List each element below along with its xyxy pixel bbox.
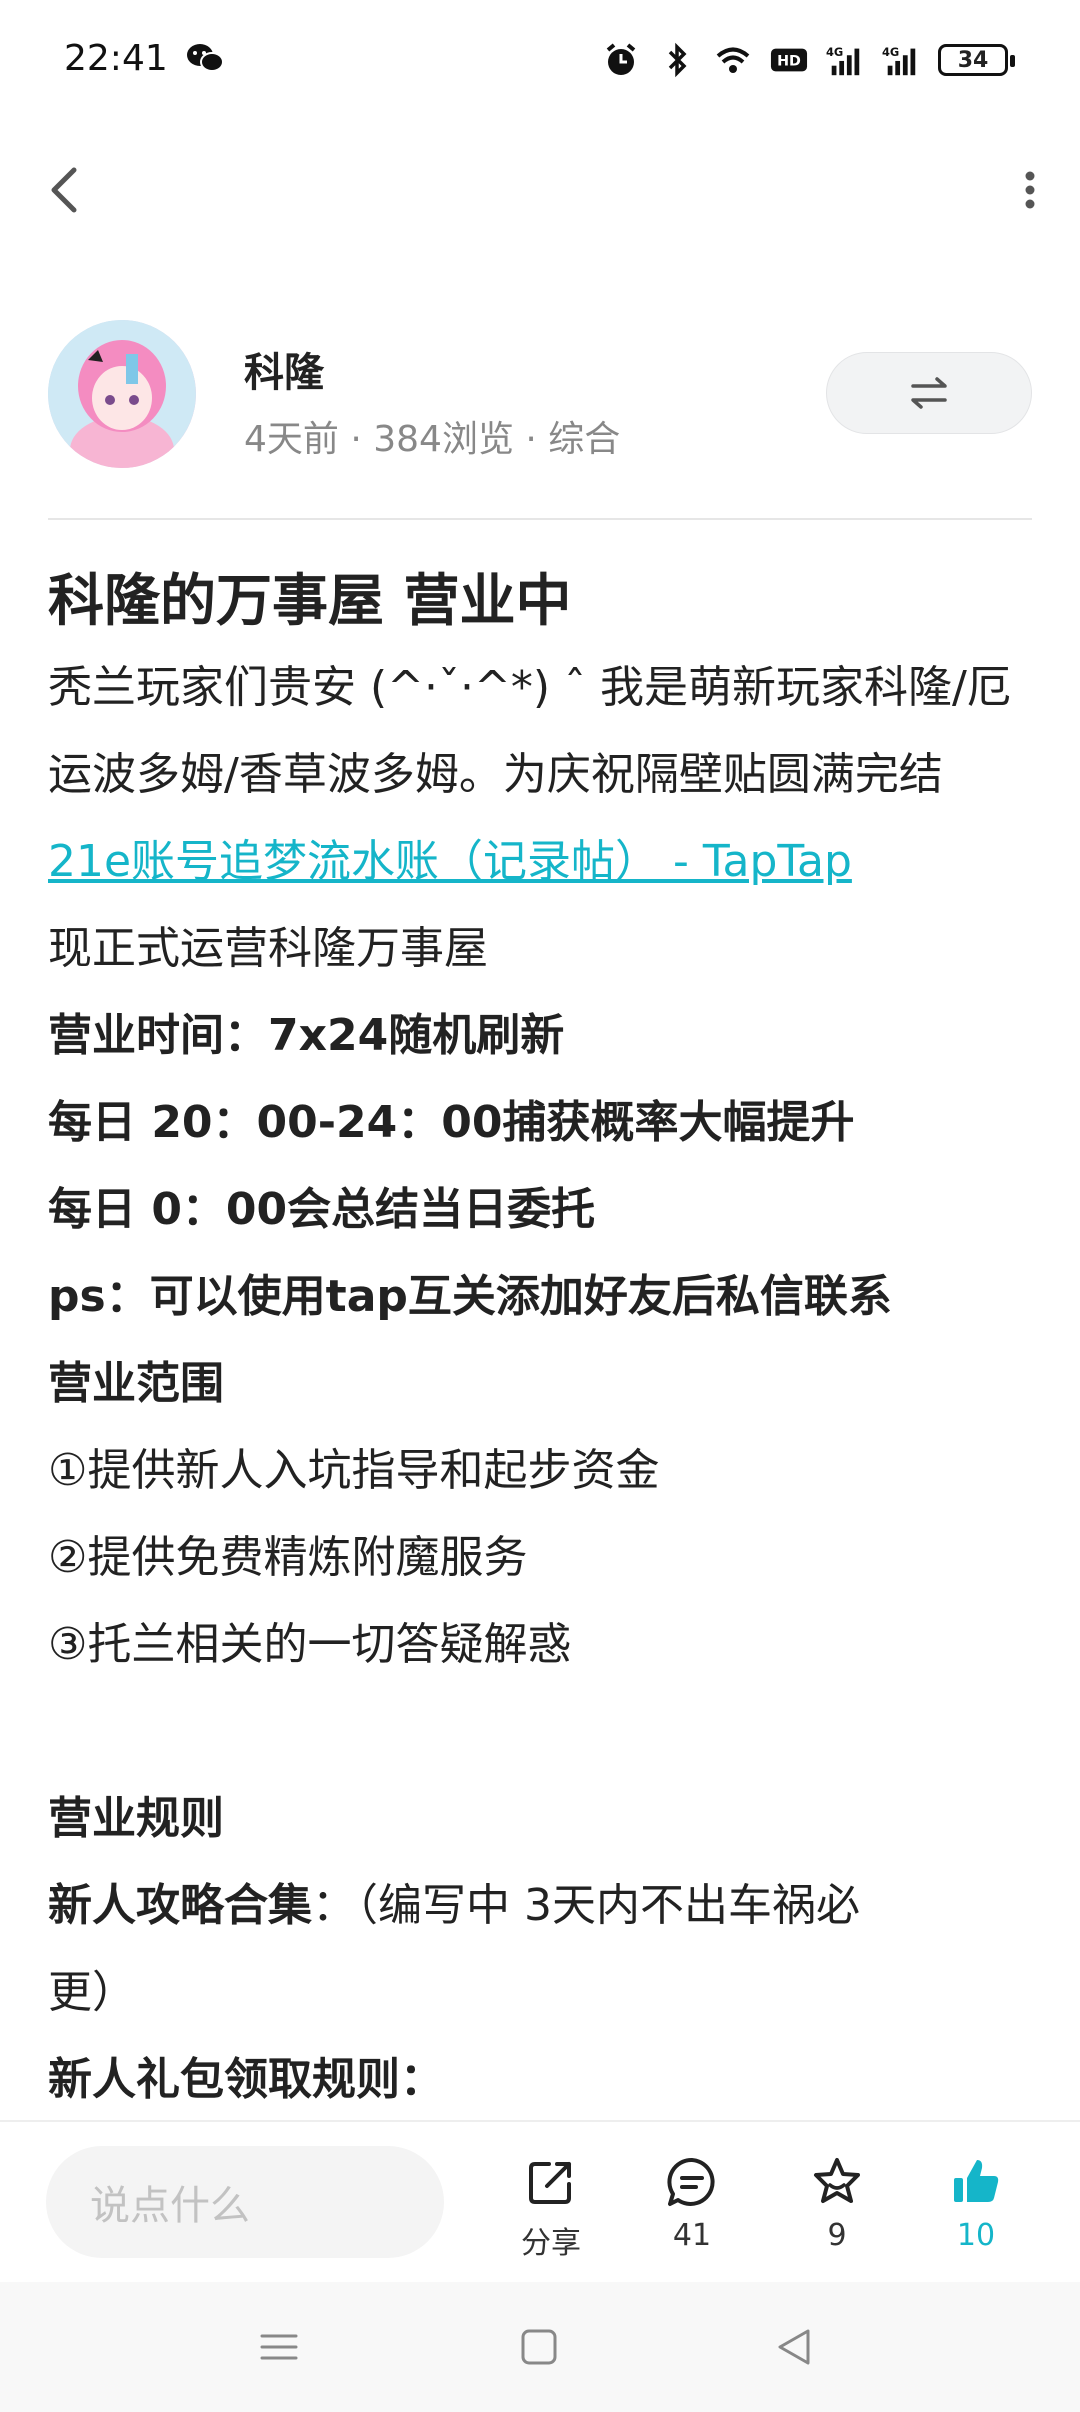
post-link[interactable]: 21e账号追梦流水账（记录帖） - TapTap	[48, 836, 852, 887]
bottom-action-bar: 说点什么 分享 41 9 10	[0, 2120, 1080, 2282]
comment-input[interactable]: 说点什么	[46, 2146, 444, 2258]
signal-4g-icon: 4G	[826, 45, 860, 76]
divider	[48, 518, 1032, 520]
status-bar: 22:41 HD 4G 4G 34	[0, 0, 1080, 125]
favorites-count: 9	[827, 2218, 847, 2253]
text-line-bold: 营业时间：7x24随机刷新	[48, 1010, 565, 1061]
text-line: 现正式运营科隆万事屋	[48, 923, 488, 974]
comment-bubble-icon	[667, 2157, 715, 2206]
share-icon	[529, 2162, 571, 2204]
comments-count: 41	[672, 2218, 712, 2253]
author-header: 科隆 4天前 · 384浏览 · 综合	[48, 320, 1032, 470]
text-segment: ：（编写中 3天内不出车祸必	[312, 1880, 860, 1931]
avatar-illustration	[48, 320, 196, 468]
svg-text:HD: HD	[777, 54, 801, 70]
alarm-icon	[606, 43, 636, 75]
signal-4g-icon-2: 4G	[882, 45, 916, 76]
star-icon	[814, 2158, 860, 2203]
comment-placeholder: 说点什么	[90, 2183, 250, 2229]
status-time: 22:41	[64, 38, 168, 79]
text-line: 更）	[48, 1967, 136, 2018]
hd-icon: HD	[770, 48, 808, 72]
top-bar	[0, 150, 1080, 230]
text-line-bold: 新人礼包领取规则：	[48, 2054, 444, 2105]
comments-button[interactable]: 41	[637, 2152, 747, 2253]
battery-indicator: 34	[938, 44, 1015, 76]
battery-level: 34	[957, 47, 989, 73]
text-line-bold: 每日 0：00会总结当日委托	[48, 1184, 596, 1235]
back-triangle-icon[interactable]	[770, 2322, 820, 2372]
wechat-icon	[187, 44, 224, 72]
list-item: ①提供新人入坑指导和起步资金	[48, 1445, 660, 1496]
section-heading: 营业范围	[48, 1358, 224, 1409]
section-heading: 营业规则	[48, 1793, 224, 1844]
text-line-bold: 每日 20：00-24：00捕获概率大幅提升	[48, 1097, 855, 1148]
share-label: 分享	[521, 2226, 581, 2261]
svg-text:4G: 4G	[882, 45, 899, 59]
post-title: 科隆的万事屋 营业中	[48, 569, 572, 634]
menu-icon[interactable]	[254, 2322, 304, 2372]
avatar[interactable]	[48, 320, 196, 468]
post-content: 科隆的万事屋 营业中 秃兰玩家们贵安 (^·ˇ·^*) ˆ 我是萌新玩家科隆/厄…	[48, 560, 1038, 2123]
likes-count: 10	[956, 2218, 996, 2253]
status-icons: HD 4G 4G 34	[602, 38, 1015, 82]
home-square-icon[interactable]	[514, 2322, 564, 2372]
list-item: ③托兰相关的一切答疑解惑	[48, 1619, 572, 1670]
list-item: ②提供免费精炼附魔服务	[48, 1532, 528, 1583]
text-line: 运波多姆/香草波多姆。为庆祝隔壁贴圆满完结	[48, 749, 943, 800]
share-button[interactable]: 分享	[496, 2152, 606, 2262]
text-bold-segment: 新人攻略合集	[48, 1880, 312, 1931]
post-meta: 4天前 · 384浏览 · 综合	[244, 419, 621, 460]
bluetooth-icon	[668, 42, 687, 78]
author-name[interactable]: 科隆	[244, 340, 324, 398]
like-button[interactable]: 10	[921, 2152, 1031, 2253]
text-line-bold: ps：可以使用tap互关添加好友后私信联系	[48, 1271, 892, 1322]
wifi-icon	[716, 47, 750, 73]
back-arrow-icon[interactable]	[40, 158, 88, 222]
text-line: 秃兰玩家们贵安 (^·ˇ·^*) ˆ 我是萌新玩家科隆/厄	[48, 662, 1011, 713]
svg-text:4G: 4G	[826, 45, 843, 59]
follow-button[interactable]	[826, 352, 1032, 434]
swap-arrows-icon	[911, 377, 947, 409]
system-nav-bar	[0, 2282, 1080, 2412]
thumbs-up-icon	[954, 2160, 999, 2202]
favorite-button[interactable]: 9	[782, 2152, 892, 2253]
more-options-icon[interactable]	[1010, 158, 1050, 222]
